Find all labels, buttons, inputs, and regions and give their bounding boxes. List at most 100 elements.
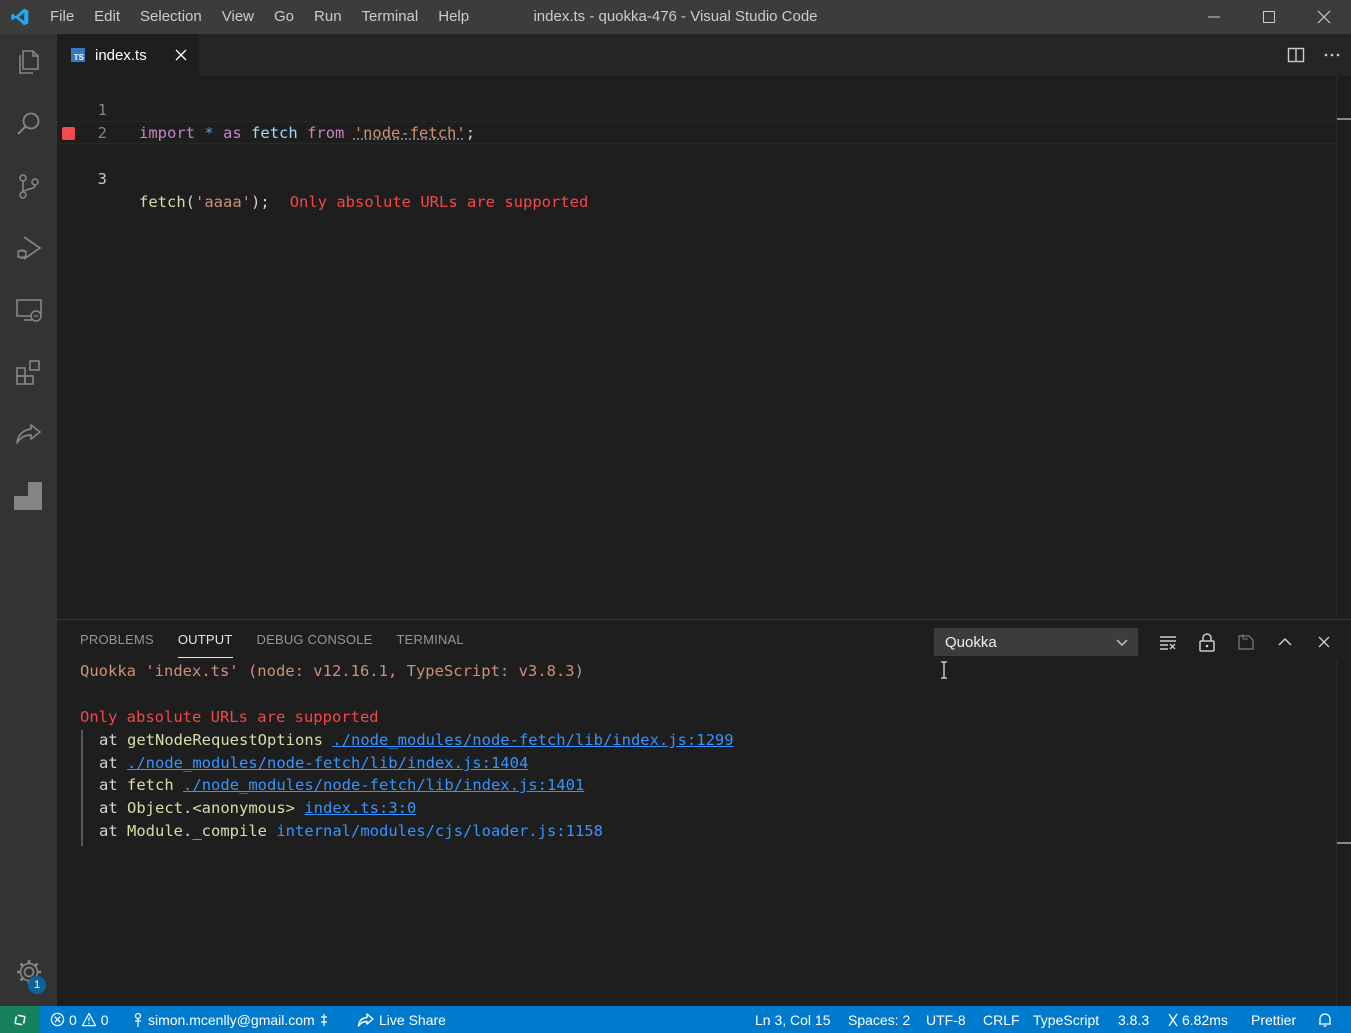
- output-channel-select[interactable]: Quokka: [934, 628, 1138, 656]
- tab-problems[interactable]: PROBLEMS: [57, 620, 166, 660]
- remote-indicator[interactable]: [0, 1006, 40, 1033]
- menu-file[interactable]: File: [40, 0, 84, 34]
- frame-at: at: [99, 731, 118, 749]
- maximize-panel-button[interactable]: [1274, 631, 1296, 653]
- close-icon[interactable]: [173, 47, 189, 63]
- source-control-button[interactable]: [0, 158, 57, 214]
- tab-debug-console[interactable]: DEBUG CONSOLE: [245, 620, 385, 660]
- line-ending[interactable]: CRLF: [983, 1006, 1020, 1033]
- open-log-button[interactable]: [1235, 631, 1257, 653]
- stack-frame: at Module._compile internal/modules/cjs/…: [99, 820, 603, 843]
- account-indicator[interactable]: simon.mcenlly@gmail.com: [132, 1006, 329, 1033]
- frame-function: Object.<anonymous>: [127, 799, 295, 817]
- error-count: 0: [69, 1011, 77, 1028]
- cursor-position[interactable]: Ln 3, Col 15: [755, 1006, 831, 1033]
- error-marker-icon[interactable]: [62, 127, 75, 140]
- run-debug-icon: [16, 236, 42, 260]
- code-editor[interactable]: 1 import * as fetch from 'node-fetch'; 2…: [57, 76, 1351, 618]
- stack-frame: at fetch ./node_modules/node-fetch/lib/i…: [99, 774, 584, 797]
- warning-icon: [81, 1012, 96, 1027]
- close-panel-button[interactable]: [1313, 631, 1335, 653]
- source-control-icon: [18, 174, 39, 199]
- token-punctuation: (: [185, 193, 196, 211]
- stack-frame: at Object.<anonymous> index.ts:3:0: [99, 797, 416, 820]
- output-header: Quokka 'index.ts' (node: v12.16.1, TypeS…: [80, 660, 584, 683]
- typescript-version[interactable]: 3.8.3: [1118, 1006, 1149, 1033]
- live-share-status[interactable]: Live Share: [357, 1006, 446, 1033]
- maximize-button[interactable]: [1241, 0, 1296, 34]
- close-window-button[interactable]: [1296, 0, 1351, 34]
- menu-run[interactable]: Run: [304, 0, 352, 34]
- more-actions-icon[interactable]: [1323, 46, 1341, 64]
- token-string: 'aaaa': [195, 193, 252, 211]
- files-icon: [18, 50, 39, 74]
- menu-help[interactable]: Help: [428, 0, 479, 34]
- frame-function: Module._compile: [127, 822, 267, 840]
- chevron-down-icon: [1116, 639, 1128, 646]
- menu-terminal[interactable]: Terminal: [352, 0, 429, 34]
- run-debug-button[interactable]: [0, 220, 57, 276]
- tab-terminal[interactable]: TERMINAL: [385, 620, 476, 660]
- cursor-position-text: Ln 3, Col 15: [755, 1011, 831, 1028]
- language-mode[interactable]: TypeScript: [1033, 1006, 1099, 1033]
- panel-actions: [1157, 628, 1335, 656]
- explorer-button[interactable]: [0, 34, 57, 90]
- search-button[interactable]: [0, 96, 57, 152]
- close-icon: [1318, 636, 1330, 648]
- search-icon: [16, 112, 39, 135]
- manage-settings-button[interactable]: 1: [0, 944, 57, 1000]
- indentation-text: Spaces: 2: [848, 1011, 911, 1028]
- scrollbar-marker: [1337, 842, 1351, 844]
- indentation[interactable]: Spaces: 2: [848, 1006, 910, 1033]
- chevron-up-icon: [1278, 637, 1292, 646]
- bell-icon: [1319, 1012, 1331, 1027]
- menu-selection[interactable]: Selection: [130, 0, 212, 34]
- line-number: 3: [97, 170, 107, 188]
- output-channel-value: Quokka: [945, 633, 997, 651]
- panel-tabs: PROBLEMS OUTPUT DEBUG CONSOLE TERMINAL: [57, 620, 476, 660]
- split-editor-icon[interactable]: [1287, 46, 1305, 64]
- account-email: simon.mcenlly@gmail.com: [148, 1011, 315, 1028]
- frame-location-link[interactable]: index.ts:3:0: [304, 799, 416, 817]
- token-punctuation: );: [251, 193, 270, 211]
- bottom-panel: PROBLEMS OUTPUT DEBUG CONSOLE TERMINAL Q…: [57, 619, 1351, 1007]
- frame-function: fetch: [127, 776, 174, 794]
- frame-location-link[interactable]: internal/modules/cjs/loader.js:1158: [276, 822, 603, 840]
- typescript-file-icon: TS: [71, 48, 85, 62]
- vscode-logo-icon: [0, 0, 40, 34]
- notifications-button[interactable]: [1317, 1006, 1333, 1033]
- scrollbar-cursor-marker: [1337, 118, 1351, 120]
- extensions-button[interactable]: [0, 344, 57, 400]
- live-share-button[interactable]: [0, 406, 57, 462]
- problems-indicator[interactable]: 0 0: [50, 1006, 109, 1033]
- lock-scroll-button[interactable]: [1196, 631, 1218, 653]
- encoding[interactable]: UTF-8: [926, 1006, 966, 1033]
- prettier-status[interactable]: Prettier: [1251, 1006, 1296, 1033]
- clear-output-button[interactable]: [1157, 631, 1179, 653]
- frame-location-link[interactable]: ./node_modules/node-fetch/lib/index.js:1…: [332, 731, 733, 749]
- quokka-status[interactable]: 6.82ms: [1168, 1006, 1228, 1033]
- live-share-label: Live Share: [379, 1011, 446, 1028]
- warning-count: 0: [100, 1011, 109, 1028]
- code-line: 2: [57, 99, 1336, 142]
- frame-function: getNodeRequestOptions: [127, 731, 323, 749]
- code-content: fetch('aaaa'); Only absolute URLs are sup…: [139, 191, 588, 214]
- minimize-button[interactable]: [1186, 0, 1241, 34]
- menu-edit[interactable]: Edit: [84, 0, 130, 34]
- editor-scrollbar[interactable]: [1336, 76, 1351, 618]
- remote-icon: [14, 1014, 26, 1025]
- token-function: fetch: [139, 193, 186, 211]
- clear-output-icon: [1160, 636, 1176, 650]
- remote-explorer-button[interactable]: [0, 282, 57, 338]
- quokka-icon: [13, 482, 42, 510]
- menu-go[interactable]: Go: [264, 0, 304, 34]
- tab-output[interactable]: OUTPUT: [166, 620, 245, 660]
- output-scrollbar[interactable]: [1336, 660, 1351, 1007]
- menu-bar: File Edit Selection View Go Run Terminal…: [40, 0, 479, 34]
- quokka-button[interactable]: [0, 468, 57, 524]
- frame-location-link[interactable]: ./node_modules/node-fetch/lib/index.js:1…: [183, 776, 584, 794]
- stack-trace-guide: [81, 730, 83, 846]
- menu-view[interactable]: View: [212, 0, 264, 34]
- tab-index-ts[interactable]: TS index.ts: [57, 34, 199, 76]
- frame-location-link[interactable]: ./node_modules/node-fetch/lib/index.js:1…: [127, 754, 528, 772]
